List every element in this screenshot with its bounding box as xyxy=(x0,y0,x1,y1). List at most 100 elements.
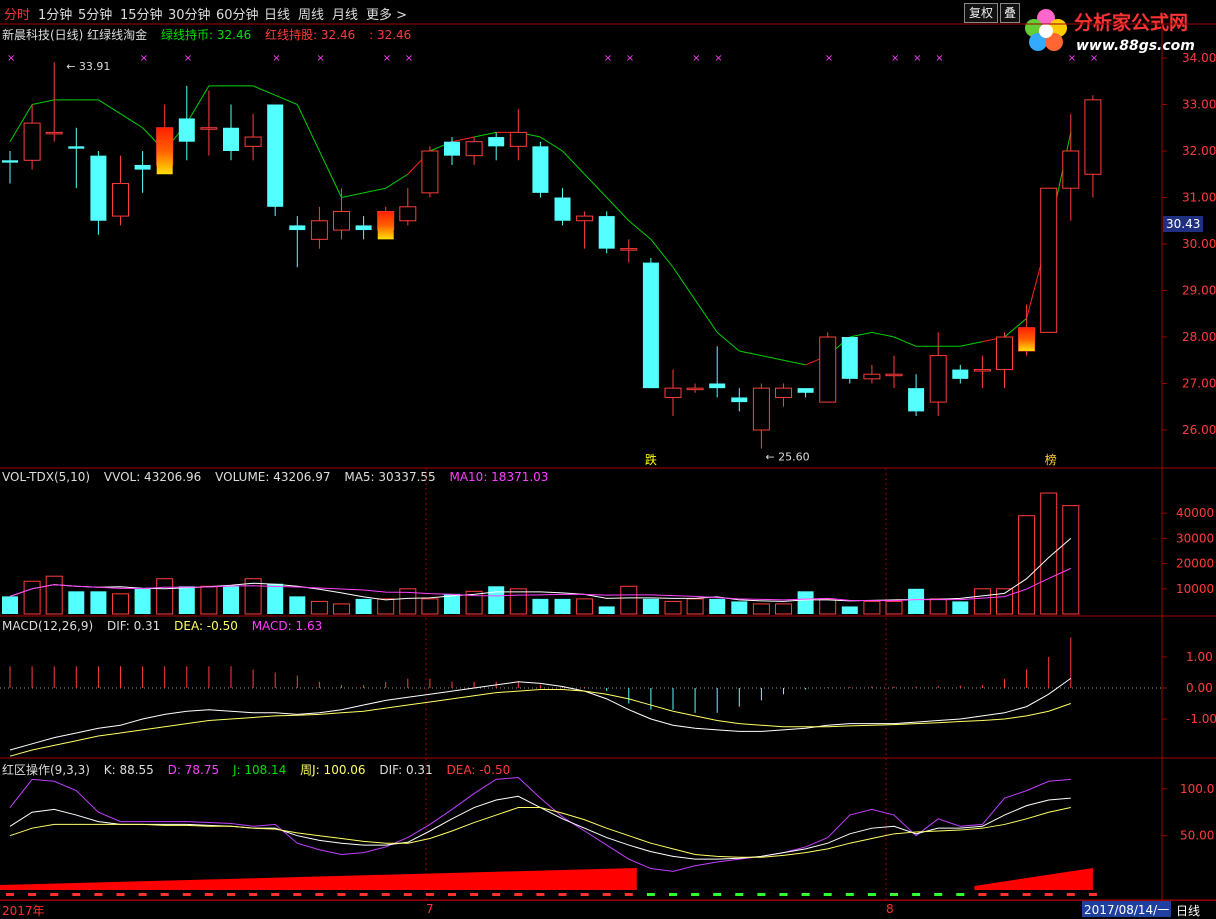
candle-body xyxy=(310,220,328,240)
candle-body xyxy=(45,131,63,135)
trend-line-segment xyxy=(893,336,917,347)
candle-body xyxy=(23,122,41,161)
kdj-status-dot xyxy=(425,893,434,896)
candle-body xyxy=(996,336,1013,371)
candle-body xyxy=(1084,99,1102,175)
price-tick-label: 29.00 xyxy=(1182,284,1216,298)
candle-body xyxy=(289,225,306,231)
price-tick-label: 33.00 xyxy=(1182,98,1216,112)
volume-bar xyxy=(178,586,195,614)
volume-bar xyxy=(532,598,549,614)
top-signal-marker: × xyxy=(184,53,192,64)
volume-bar xyxy=(929,598,947,615)
volume-bar xyxy=(421,598,439,615)
candle-body xyxy=(775,387,792,398)
signal-candle xyxy=(377,211,394,240)
top-signal-marker: × xyxy=(935,53,943,64)
top-signal-marker: × xyxy=(7,53,15,64)
kdj-status-dot xyxy=(116,893,125,896)
top-signal-marker: × xyxy=(316,53,324,64)
trend-line-segment xyxy=(451,136,475,143)
kdj-status-dot xyxy=(1000,893,1009,896)
kdj-tick-label: 100.0 xyxy=(1180,782,1214,796)
top-signal-marker: × xyxy=(714,53,722,64)
kdj-status-dot xyxy=(293,893,302,896)
top-signal-marker: × xyxy=(272,53,280,64)
candle-body xyxy=(244,136,262,147)
volume-bar xyxy=(752,603,770,615)
trend-line-segment xyxy=(120,113,143,129)
bang-marker: 榜 xyxy=(1045,452,1057,467)
kdj-status-dot xyxy=(735,893,744,896)
high-annotation: ← 33.91 xyxy=(66,60,110,73)
candlestick-chart[interactable]: 34.00 33.00 32.00 31.00 30.00 29.00 28.00 27.00… xyxy=(0,0,1216,917)
kdj-status-dot xyxy=(182,893,191,896)
volume-bar xyxy=(885,600,903,615)
volume-bar xyxy=(908,588,925,614)
trend-line-segment xyxy=(363,187,386,194)
volume-bar xyxy=(45,575,63,615)
volume-bar xyxy=(598,606,615,614)
candle-body xyxy=(885,373,903,377)
volume-bar xyxy=(664,600,682,615)
candle-body xyxy=(686,387,704,391)
candle-body xyxy=(642,262,659,389)
volume-bar xyxy=(267,583,284,614)
candle-body xyxy=(929,355,947,403)
kdj-status-dot xyxy=(646,893,655,896)
vol-tick-label: 40000 xyxy=(1176,506,1214,520)
vol-tick-label: 30000 xyxy=(1176,531,1214,545)
kdj-status-dot xyxy=(956,893,965,896)
volume-bar xyxy=(68,591,85,614)
volume-bar xyxy=(973,588,991,615)
volume-bar xyxy=(863,600,881,615)
period-label[interactable]: 日线 xyxy=(1176,902,1200,919)
trend-line-segment xyxy=(318,150,342,198)
kdj-status-dot xyxy=(138,893,147,896)
volume-bar xyxy=(112,593,129,615)
volume-bar xyxy=(333,603,350,615)
date-axis: 2017年 7 8 2017/08/14/一 日线 xyxy=(0,900,1216,918)
price-tick-label: 31.00 xyxy=(1182,191,1216,205)
kdj-status-dot xyxy=(470,893,479,896)
kdj-status-dot xyxy=(602,893,611,896)
candle-body xyxy=(399,206,417,222)
top-signal-marker: × xyxy=(604,53,612,64)
kdj-status-dot xyxy=(271,893,280,896)
volume-bar xyxy=(2,596,18,614)
kdj-status-dot xyxy=(845,893,854,896)
trend-line-segment xyxy=(739,350,762,357)
kdj-status-dot xyxy=(448,893,456,896)
candle-body xyxy=(1062,150,1080,189)
candle-body xyxy=(2,160,18,163)
price-tick-label: 26.00 xyxy=(1182,423,1216,437)
signal-candle xyxy=(156,127,173,175)
date-label-aug: 8 xyxy=(886,902,894,916)
date-label-start: 2017年 xyxy=(2,904,45,918)
kdj-status-dot xyxy=(492,893,501,896)
price-tick-label: 34.00 xyxy=(1182,51,1216,65)
trend-line-segment xyxy=(871,331,895,338)
kdj-status-dot xyxy=(50,893,59,896)
trend-line-segment xyxy=(783,359,806,366)
kdj-status-dot xyxy=(757,893,766,896)
trend-line-segment xyxy=(252,85,276,96)
kdj-status-dot xyxy=(1066,893,1075,896)
volume-bar xyxy=(797,591,814,614)
kdj-d-line xyxy=(9,807,1071,858)
candle-body xyxy=(576,215,594,222)
volume-bar xyxy=(289,596,306,614)
volume-bar xyxy=(576,598,594,615)
candle-body xyxy=(841,337,858,379)
vol-tick-label: 10000 xyxy=(1176,582,1214,596)
kdj-status-dot xyxy=(890,893,898,896)
volume-bar xyxy=(377,598,395,615)
kdj-status-dot xyxy=(536,893,545,896)
kdj-status-dot xyxy=(801,893,810,896)
kdj-status-dot xyxy=(381,893,390,896)
kdj-status-dot xyxy=(337,893,346,896)
trend-line-segment xyxy=(473,131,497,138)
kdj-status-dot xyxy=(1044,893,1053,896)
trend-line-segment xyxy=(562,150,585,175)
volume-bar xyxy=(841,606,858,614)
